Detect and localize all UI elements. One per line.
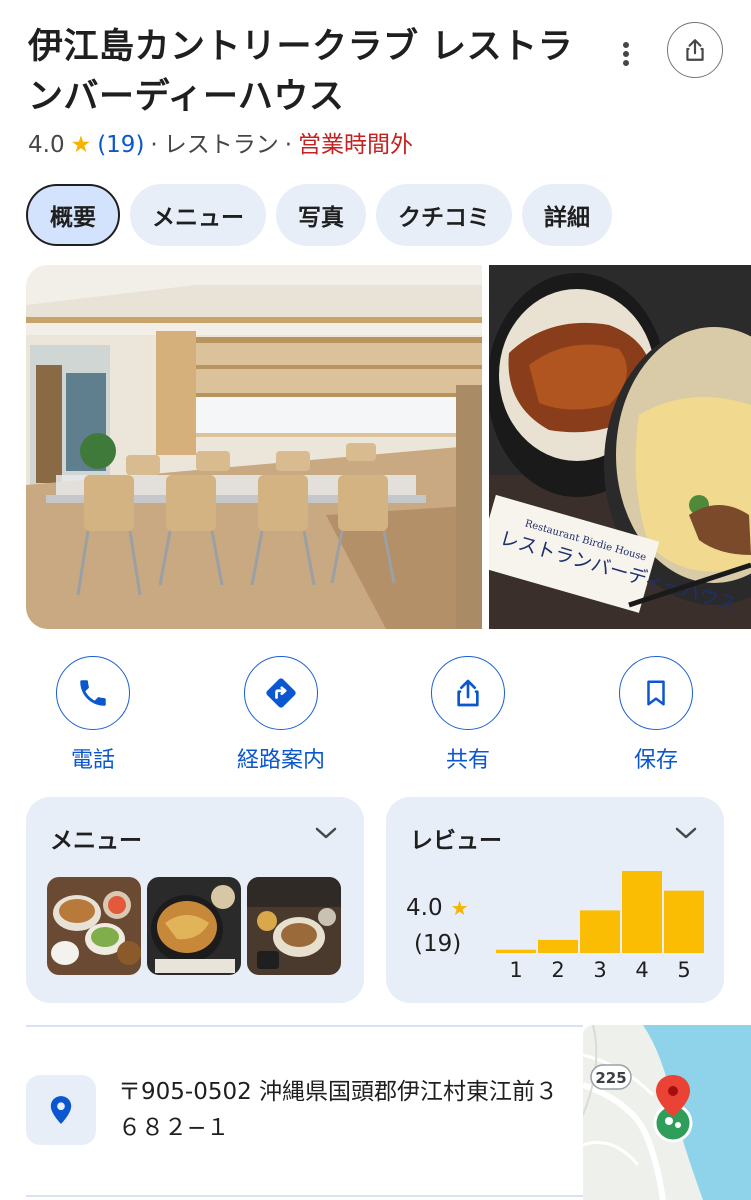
- action-row: 電話 経路案内 共有 保存: [26, 656, 726, 776]
- tab-bar: 概要 メニュー 写真 クチコミ 詳細: [26, 184, 612, 246]
- phone-icon: [80, 680, 106, 706]
- menu-thumbnail[interactable]: [47, 877, 141, 975]
- place-meta: 4.0 ★ (19) · レストラン · 営業時間外: [28, 128, 413, 162]
- map-thumbnail[interactable]: 225: [583, 1025, 751, 1200]
- share-icon: [457, 679, 479, 707]
- call-circle: [56, 656, 130, 730]
- address-icon-box: [26, 1075, 96, 1145]
- location-pin-icon: [50, 1096, 72, 1124]
- review-count: (19): [414, 931, 462, 957]
- review-rating-value: 4.0: [406, 895, 443, 921]
- share-button[interactable]: 共有: [403, 656, 533, 774]
- menu-card[interactable]: メニュー: [26, 797, 364, 1003]
- directions-circle: [244, 656, 318, 730]
- route-label: 225: [595, 1069, 626, 1087]
- tab-overview[interactable]: 概要: [26, 184, 120, 246]
- more-options-button[interactable]: [606, 34, 646, 74]
- chevron-down-icon[interactable]: [674, 825, 698, 841]
- rating-bar-label: 2: [551, 958, 564, 982]
- star-icon: ★: [70, 132, 92, 158]
- share-circle: [431, 656, 505, 730]
- tab-details[interactable]: 詳細: [522, 184, 612, 246]
- food-photo[interactable]: レストランバーディーハウス Restaurant Birdie House: [489, 265, 751, 629]
- rating-bar-label: 4: [635, 958, 648, 982]
- tab-photos[interactable]: 写真: [276, 184, 366, 246]
- category-label: レストラン: [163, 132, 279, 158]
- review-card-title: レビュー: [410, 828, 502, 854]
- review-card[interactable]: レビュー 4.0 ★ (19) 1 2 3 4 5: [386, 797, 724, 1003]
- separator: ·: [150, 132, 158, 158]
- address-text[interactable]: 〒905-0502 沖縄県国頭郡伊江村東江前３６８２−１: [118, 1074, 568, 1146]
- directions-button[interactable]: 経路案内: [216, 656, 346, 774]
- rating-bar-label: 5: [677, 958, 690, 982]
- place-title: 伊江島カントリークラブ レストランバーディーハウス: [28, 27, 574, 117]
- directions-label: 経路案内: [236, 748, 325, 773]
- chevron-down-icon[interactable]: [314, 825, 338, 841]
- rating-bar-label: 3: [593, 958, 606, 982]
- directions-icon: [266, 678, 296, 708]
- open-status: 営業時間外: [298, 132, 414, 158]
- rating-bar-2: [538, 939, 578, 953]
- save-label: 保存: [633, 748, 678, 773]
- separator: ·: [284, 132, 293, 158]
- share-button-top[interactable]: [667, 22, 723, 78]
- call-button[interactable]: 電話: [28, 656, 158, 774]
- rating-bar-5: [664, 890, 704, 953]
- rating-value: 4.0: [28, 132, 65, 158]
- rating-bar-4: [622, 871, 662, 953]
- rating-bar-3: [580, 910, 620, 953]
- divider: [26, 1195, 583, 1197]
- rating-distribution-chart: 1 2 3 4 5: [496, 871, 704, 982]
- share-label: 共有: [445, 748, 490, 773]
- rating-bar-1: [496, 949, 536, 953]
- review-count-link[interactable]: (19): [97, 128, 144, 162]
- save-button[interactable]: 保存: [591, 656, 721, 774]
- rating-bar-label: 1: [509, 958, 522, 982]
- restaurant-interior-photo[interactable]: [26, 265, 482, 629]
- bookmark-icon: [647, 680, 665, 706]
- save-circle: [619, 656, 693, 730]
- share-icon: [686, 39, 704, 61]
- call-label: 電話: [70, 748, 115, 773]
- menu-thumbnail[interactable]: [147, 877, 241, 975]
- menu-thumbnail[interactable]: [247, 877, 341, 975]
- tab-reviews[interactable]: クチコミ: [376, 184, 512, 246]
- divider: [26, 1025, 583, 1027]
- photo-carousel[interactable]: レストランバーディーハウス Restaurant Birdie House: [26, 265, 751, 629]
- menu-card-title: メニュー: [50, 828, 142, 854]
- tab-menu[interactable]: メニュー: [130, 184, 266, 246]
- star-icon: ★: [450, 896, 469, 920]
- review-rating: 4.0 ★: [406, 895, 469, 921]
- more-vert-icon: [623, 42, 629, 66]
